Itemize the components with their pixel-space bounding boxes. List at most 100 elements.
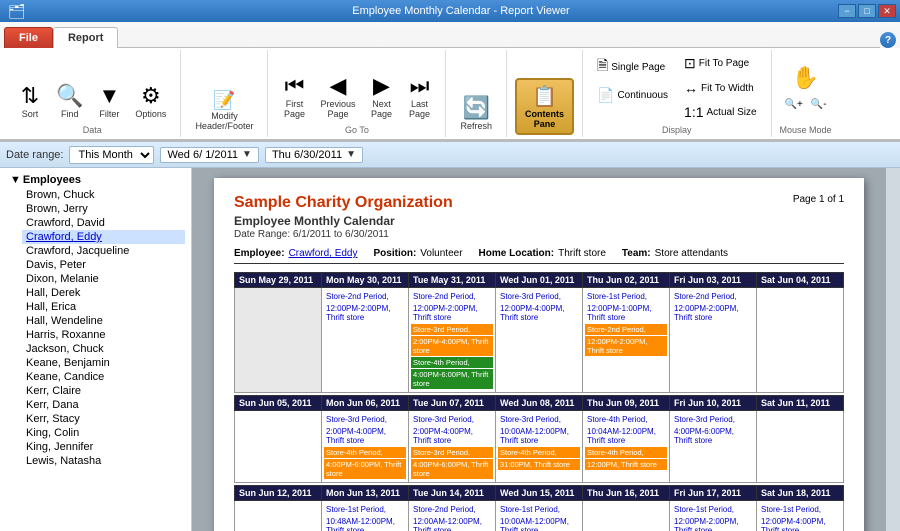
employee-item[interactable]: Keane, Benjamin <box>22 356 185 370</box>
calendar-day-cell: Store-3rd Period,2:00PM-4:00PM, Thrift s… <box>322 411 409 483</box>
tab-file[interactable]: File <box>4 27 53 48</box>
refresh-button[interactable]: 🔄 Refresh <box>454 93 498 135</box>
employee-item[interactable]: Brown, Chuck <box>22 188 185 202</box>
team-value: Store attendants <box>655 248 728 259</box>
start-date-box[interactable]: Wed 6/ 1/2011 ▼ <box>160 147 258 163</box>
home-location-info: Home Location: Thrift store <box>479 248 606 259</box>
single-page-button[interactable]: 🗎 Single Page <box>591 52 674 82</box>
employee-link[interactable]: Crawford, Eddy <box>289 248 358 259</box>
employee-item[interactable]: Hall, Derek <box>22 286 185 300</box>
employee-item[interactable]: Davis, Peter <box>22 258 185 272</box>
zoom-in-button[interactable]: 🔍+ <box>782 96 806 113</box>
calendar-header-cell: Wed Jun 01, 2011 <box>496 273 583 288</box>
start-date-dropdown[interactable]: ▼ <box>242 149 252 160</box>
employee-item[interactable]: Harris, Roxanne <box>22 328 185 342</box>
calendar-event: 10:04AM-12:00PM, Thrift store <box>585 426 667 446</box>
employee-item[interactable]: Crawford, Jacqueline <box>22 244 185 258</box>
calendar-event: 31:00PM, Thrift store <box>498 459 580 470</box>
calendar-day-cell: Store-1st Period,10:00AM-12:00PM, Thrift… <box>496 501 583 531</box>
employee-item[interactable]: Keane, Candice <box>22 370 185 384</box>
employee-item[interactable]: Kerr, Dana <box>22 398 185 412</box>
calendar-event: 12:00PM-2:00PM, Thrift store <box>324 303 406 323</box>
calendar-event: 10:00AM-12:00PM, Thrift store <box>498 426 580 446</box>
employee-item[interactable]: Kerr, Claire <box>22 384 185 398</box>
calendar-event: Store-3rd Period, <box>672 414 754 425</box>
employee-item[interactable]: Kerr, Stacy <box>22 412 185 426</box>
report-panel[interactable]: Sample Charity Organization Employee Mon… <box>192 168 886 531</box>
employee-item[interactable]: Jackson, Chuck <box>22 342 185 356</box>
calendar-event: 12:00PM-2:00PM, Thrift store <box>411 303 493 323</box>
close-button[interactable]: ✕ <box>878 4 896 18</box>
first-page-button[interactable]: ⏮ First Page <box>276 71 312 123</box>
calendar-day-cell: Store-1st Period,10:48AM-12:00PM, Thrift… <box>322 501 409 531</box>
calendar-header-cell: Mon Jun 06, 2011 <box>322 396 409 411</box>
employee-item[interactable]: Brown, Jerry <box>22 202 185 216</box>
calendar-day-cell <box>757 288 844 393</box>
report-title: Employee Monthly Calendar <box>234 214 453 228</box>
calendar-day-cell <box>583 501 670 531</box>
calendar-header-cell: Sat Jun 04, 2011 <box>757 273 844 288</box>
employee-item[interactable]: King, Colin <box>22 426 185 440</box>
employee-item[interactable]: Crawford, Eddy <box>22 230 185 244</box>
end-date-dropdown[interactable]: ▼ <box>346 149 356 160</box>
calendar-week: Sun Jun 12, 2011Mon Jun 13, 2011Tue Jun … <box>234 485 844 531</box>
goto-items: ⏮ First Page ◀ Previous Page ▶ Next Page… <box>276 52 437 123</box>
minimize-button[interactable]: − <box>838 4 856 18</box>
fit-to-page-button[interactable]: ⊡ Fit To Page <box>678 52 763 75</box>
zoom-in-icon: 🔍+ <box>785 99 803 110</box>
contents-pane-button[interactable]: 📋 Contents Pane <box>515 78 574 135</box>
employee-item[interactable]: Lewis, Natasha <box>22 454 185 468</box>
filter-button[interactable]: ▼ Filter <box>91 81 127 123</box>
calendar-event: Store-1st Period, <box>759 504 841 515</box>
actual-size-button[interactable]: 1:1 Actual Size <box>678 101 763 123</box>
calendar-event: 2:00PM-4:00PM, Thrift store <box>411 426 493 446</box>
tab-report[interactable]: Report <box>53 27 118 48</box>
calendar-day-cell <box>757 411 844 483</box>
modify-header-button[interactable]: 📝 Modify Header/Footer <box>189 87 259 135</box>
help-button[interactable]: ? <box>880 32 896 48</box>
options-icon: ⚙ <box>141 85 161 107</box>
calendar-week: Sun May 29, 2011Mon May 30, 2011Tue May … <box>234 272 844 393</box>
employee-item[interactable]: Hall, Erica <box>22 300 185 314</box>
calendar-header-cell: Thu Jun 02, 2011 <box>583 273 670 288</box>
fit-to-width-button[interactable]: ↔ Fit To Width <box>678 77 763 99</box>
employee-panel: ▼ Employees Brown, ChuckBrown, JerryCraw… <box>0 168 192 531</box>
last-page-icon: ⏭ <box>410 75 430 97</box>
calendar-event: Store-4th Period, <box>411 357 493 368</box>
calendar-event: Store-4th Period, <box>498 447 580 458</box>
employee-item[interactable]: King, Jennifer <box>22 440 185 454</box>
employee-item[interactable]: Crawford, David <box>22 216 185 230</box>
calendar-event: 12:00PM-2:00PM, Thrift store <box>672 303 754 323</box>
zoom-out-button[interactable]: 🔍- <box>808 96 830 113</box>
calendar-event: 4:00PM-6:00PM, Thrift store <box>672 426 754 446</box>
ribbon-group-data: ⇅ Sort 🔍 Find ▼ Filter ⚙ Options Data <box>4 50 181 137</box>
employees-root[interactable]: ▼ Employees <box>6 172 185 188</box>
ribbon-group-refresh: 🔄 Refresh <box>446 50 507 137</box>
last-page-button[interactable]: ⏭ Last Page <box>401 71 437 123</box>
report-page: Sample Charity Organization Employee Mon… <box>214 178 864 531</box>
date-range-select[interactable]: This Month <box>69 146 154 164</box>
employee-item[interactable]: Dixon, Melanie <box>22 272 185 286</box>
mouse-mode-hand-button[interactable]: ✋ <box>787 62 824 94</box>
employee-item[interactable]: Hall, Wendeline <box>22 314 185 328</box>
calendar-header-cell: Sun May 29, 2011 <box>235 273 322 288</box>
find-button[interactable]: 🔍 Find <box>50 81 89 123</box>
fit-to-width-icon: ↔ <box>684 80 698 96</box>
next-page-button[interactable]: ▶ Next Page <box>363 71 399 123</box>
calendar-day-cell: Store-2nd Period,12:00PM-2:00PM, Thrift … <box>409 288 496 393</box>
calendar-event: Store-3rd Period, <box>498 414 580 425</box>
previous-page-button[interactable]: ◀ Previous Page <box>314 71 361 123</box>
calendar-event: Store-2nd Period, <box>411 291 493 302</box>
right-scrollbar[interactable] <box>886 168 900 531</box>
calendar-event: Store-2nd Period, <box>324 291 406 302</box>
continuous-button[interactable]: 📄 Continuous <box>591 84 674 107</box>
calendar-day-cell: Store-2nd Period,12:00AM-12:00PM, Thrift… <box>409 501 496 531</box>
calendar-event: 12:00PM-2:00PM, Thrift store <box>672 516 754 531</box>
employee-list: Brown, ChuckBrown, JerryCrawford, DavidC… <box>6 188 185 468</box>
maximize-button[interactable]: □ <box>858 4 876 18</box>
end-date-box[interactable]: Thu 6/30/2011 ▼ <box>265 147 363 163</box>
calendar-event: Store-2nd Period, <box>672 291 754 302</box>
calendar-event: 12:00PM, Thrift store <box>585 459 667 470</box>
sort-button[interactable]: ⇅ Sort <box>12 81 48 123</box>
options-button[interactable]: ⚙ Options <box>129 81 172 123</box>
